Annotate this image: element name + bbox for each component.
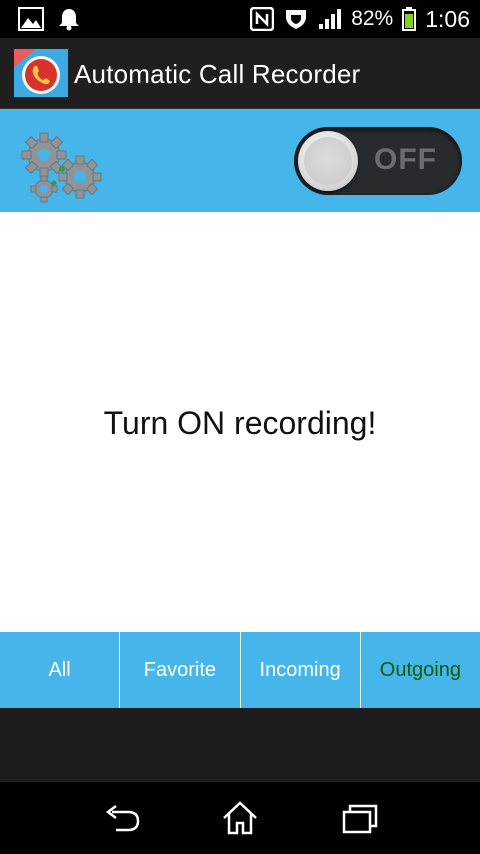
battery-icon (402, 7, 417, 31)
back-icon[interactable] (102, 800, 142, 836)
footer-area (0, 708, 480, 782)
filter-tabs: All Favorite Incoming Outgoing (0, 632, 480, 708)
clock: 1:06 (425, 5, 470, 32)
navigation-bar (0, 782, 480, 854)
recordings-list-area: Turn ON recording! (0, 212, 480, 632)
nfc-icon (250, 7, 275, 31)
tab-all[interactable]: All (0, 632, 121, 708)
app-title: Automatic Call Recorder (74, 59, 361, 89)
recent-apps-icon[interactable] (340, 800, 380, 836)
tab-incoming[interactable]: Incoming (241, 632, 361, 708)
image-notification-icon (18, 7, 44, 31)
battery-percent: 82% (351, 7, 394, 30)
home-icon[interactable] (220, 800, 260, 836)
recording-toggle[interactable]: OFF (294, 127, 462, 195)
call-recorder-app-icon[interactable] (14, 49, 68, 97)
tab-outgoing[interactable]: Outgoing (361, 632, 480, 708)
shield-icon (286, 10, 307, 29)
toggle-state-label: OFF (374, 143, 437, 176)
gears-icon[interactable] (14, 123, 110, 207)
action-bar: Automatic Call Recorder (0, 38, 480, 109)
status-bar: 82% 1:06 (0, 0, 480, 38)
control-band: OFF (0, 109, 480, 212)
tab-favorite[interactable]: Favorite (120, 632, 241, 708)
toggle-knob[interactable] (298, 131, 358, 191)
empty-state-message: Turn ON recording! (103, 405, 377, 441)
bell-icon (59, 9, 79, 31)
signal-icon (319, 9, 342, 29)
